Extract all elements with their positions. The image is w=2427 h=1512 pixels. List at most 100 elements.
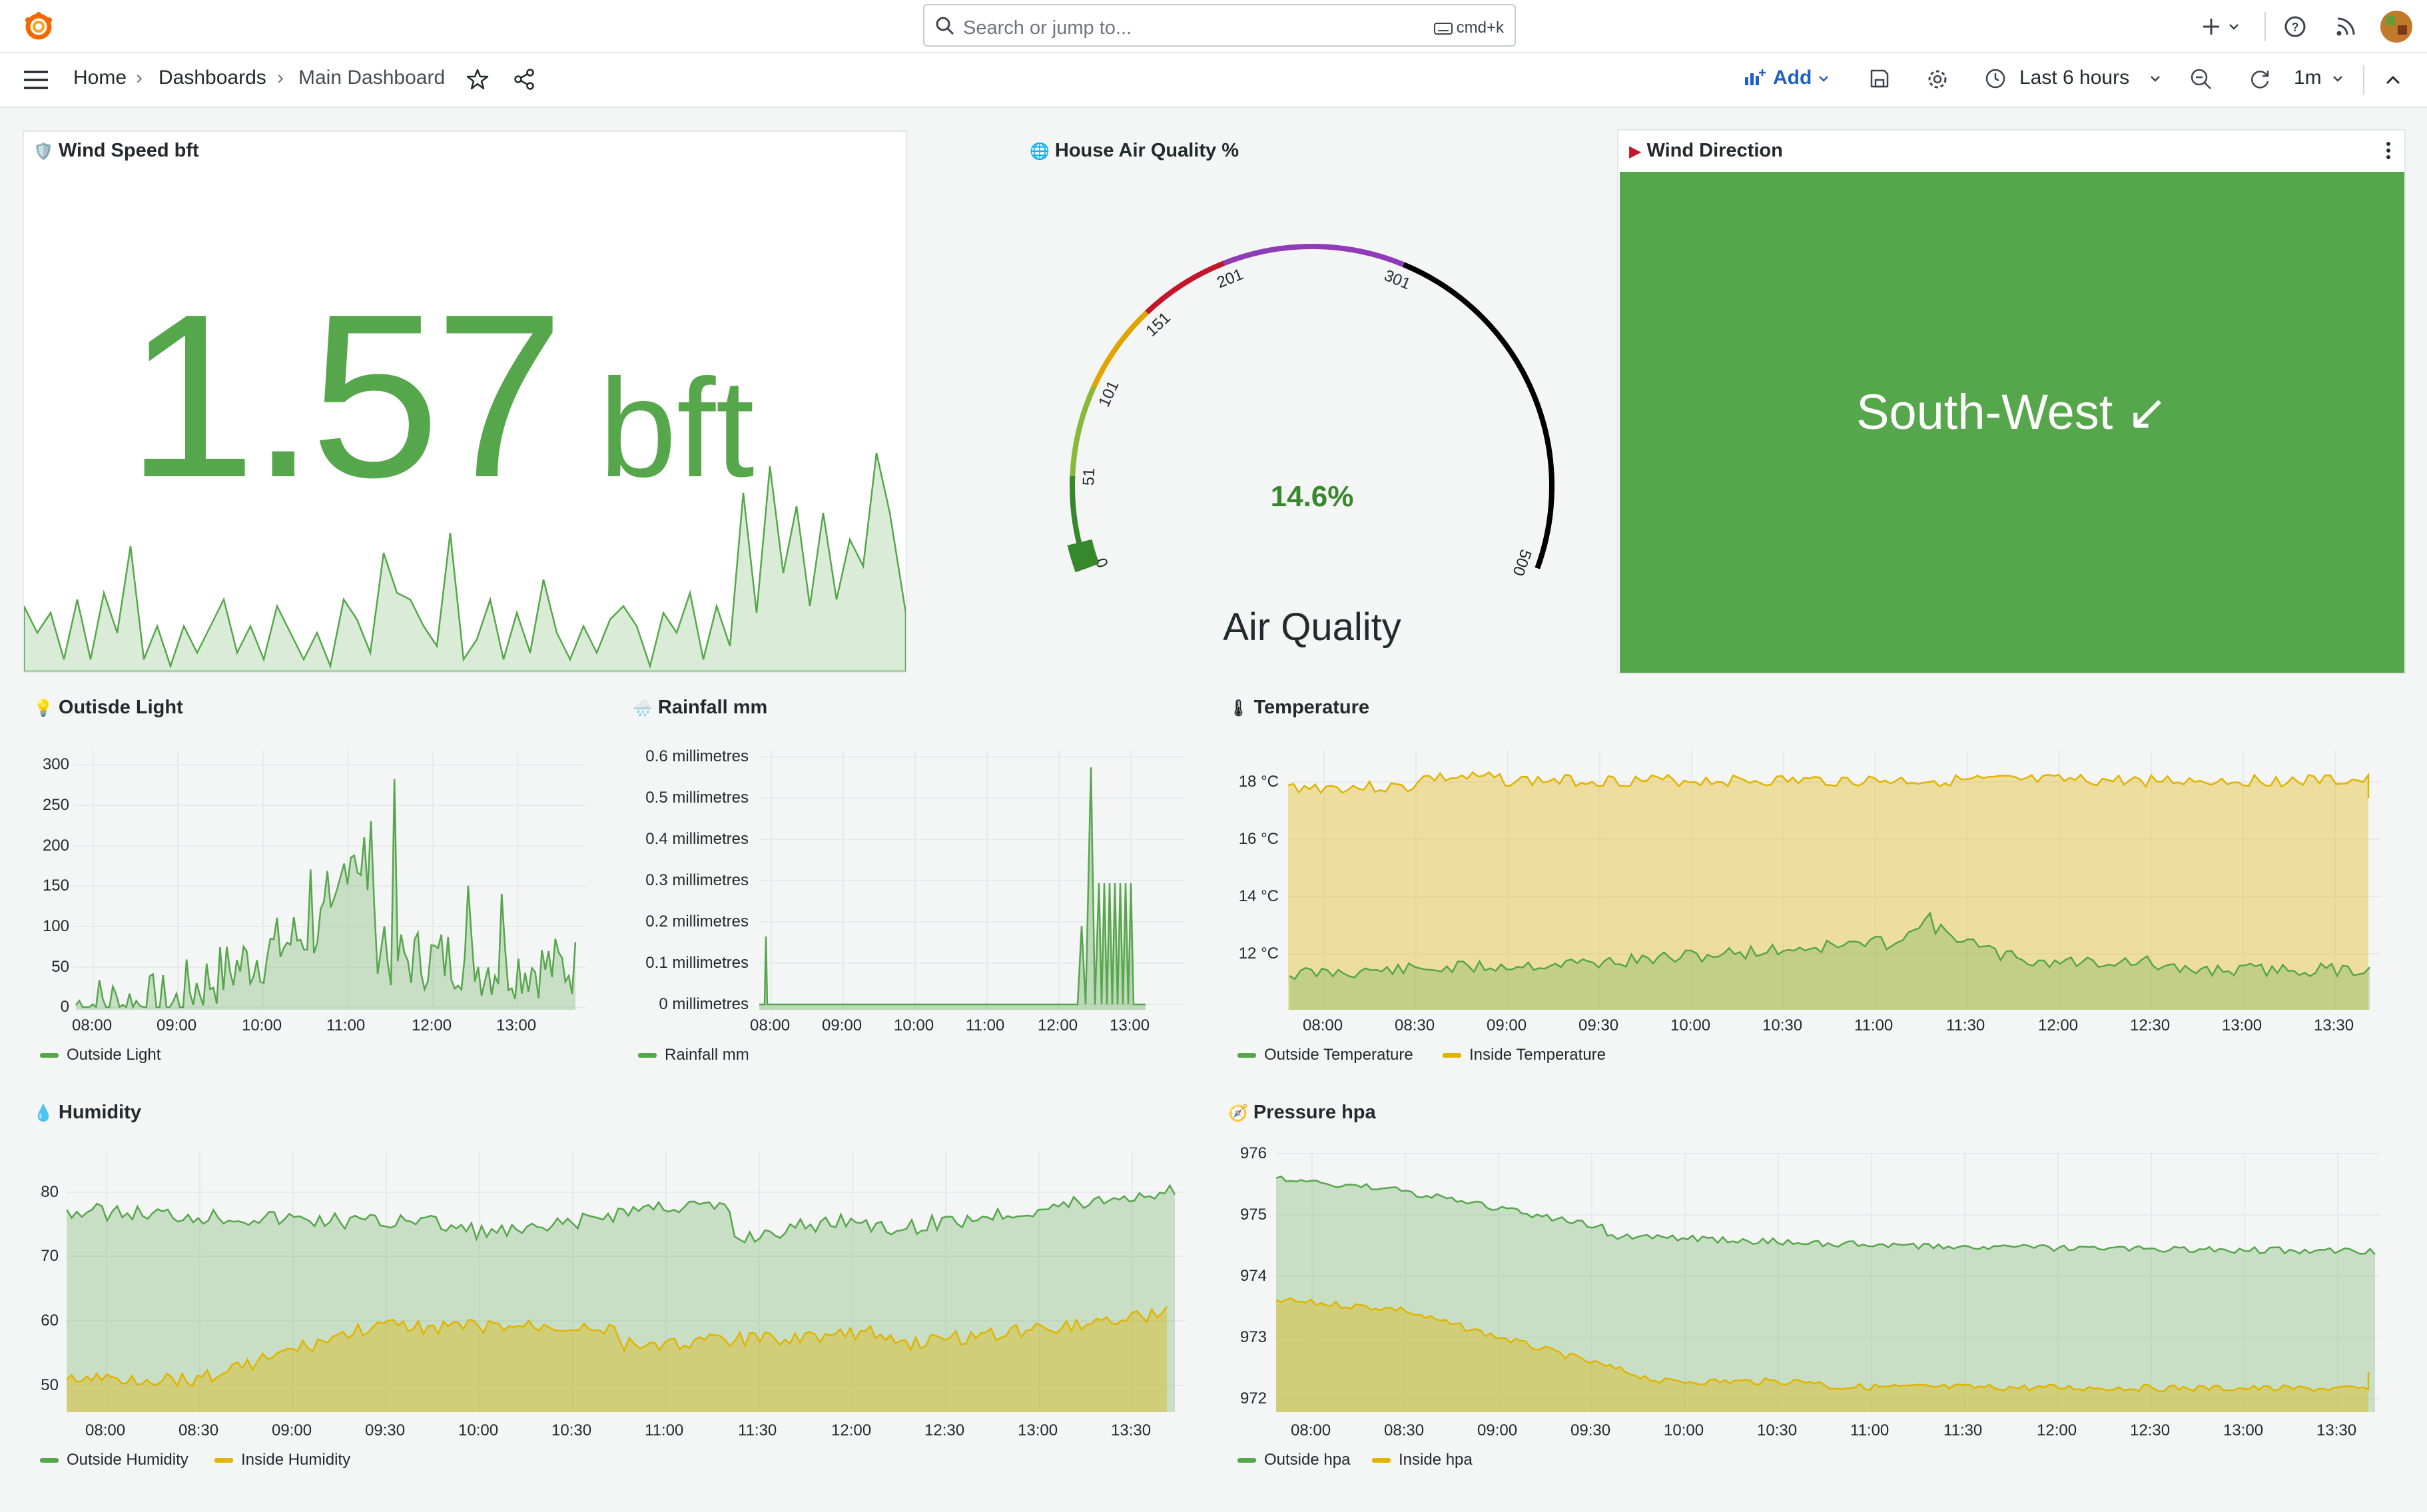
- legend-label: Outside hpa: [1264, 1451, 1351, 1469]
- air-quality-title-text: House Air Quality %: [1054, 140, 1239, 161]
- x-axis-tick: 12:00: [1038, 1016, 1078, 1034]
- panel-menu-icon[interactable]: [2382, 139, 2395, 163]
- legend-label: Outside Humidity: [67, 1451, 188, 1469]
- pressure-title[interactable]: 🧭 Pressure hpa: [1228, 1102, 1376, 1124]
- gauge-threshold-label: 101: [1095, 378, 1122, 410]
- x-axis-tick: 13:00: [1018, 1421, 1058, 1439]
- air-quality-title[interactable]: 🌐 House Air Quality %: [1030, 140, 1239, 162]
- x-axis-tick: 10:30: [1762, 1016, 1803, 1034]
- refresh-interval-picker[interactable]: 1m: [2294, 65, 2347, 92]
- temperature-title[interactable]: 🌡 Temperature: [1228, 697, 1369, 719]
- gauge-threshold-arc: [1070, 386, 1096, 476]
- legend-item-outside-temperature[interactable]: Outside Temperature: [1237, 1046, 1413, 1064]
- legend-item-rainfall[interactable]: Rainfall mm: [638, 1046, 749, 1064]
- temperature-chart: [1288, 750, 2380, 1010]
- time-range-picker[interactable]: Last 6 hours: [1985, 65, 2165, 92]
- help-icon[interactable]: ?: [2283, 15, 2307, 39]
- rainfall-title[interactable]: 🌧️ Rainfall mm: [633, 697, 767, 719]
- pressure-chart: [1276, 1152, 2380, 1412]
- search-input[interactable]: Search or jump to... cmd+k: [923, 4, 1516, 47]
- x-axis-tick: 13:00: [2223, 1421, 2264, 1439]
- x-axis-tick: 09:30: [365, 1421, 406, 1439]
- x-axis-tick: 11:00: [645, 1421, 684, 1439]
- time-range-label: Last 6 hours: [2019, 67, 2130, 89]
- y-axis-tick: 0.2 millimetres: [645, 913, 749, 931]
- x-axis-tick: 09:00: [1477, 1421, 1518, 1439]
- legend-label: Inside Temperature: [1469, 1046, 1606, 1064]
- legend-item-outside-hpa[interactable]: Outside hpa: [1237, 1451, 1350, 1469]
- y-axis-tick: 18 °C: [1238, 773, 1279, 791]
- gauge-icon: 🧭: [1228, 1104, 1248, 1122]
- wind-speed-number: 1.57: [127, 266, 564, 526]
- legend-item-inside-hpa[interactable]: Inside hpa: [1372, 1451, 1473, 1469]
- rain-cloud-icon: 🌧️: [633, 699, 653, 717]
- search-shortcut-label: cmd+k: [1456, 19, 1504, 37]
- rss-icon[interactable]: [2334, 15, 2358, 39]
- x-axis-tick: 12:30: [2130, 1016, 2171, 1034]
- chevron-up-icon[interactable]: [2383, 71, 2403, 91]
- x-axis-tick: 09:30: [1570, 1421, 1611, 1439]
- y-axis-tick: 12 °C: [1238, 945, 1279, 962]
- x-axis-tick: 09:00: [272, 1421, 312, 1439]
- menu-icon[interactable]: [23, 69, 49, 91]
- x-axis-tick: 11:30: [1943, 1421, 1983, 1439]
- y-axis-tick: 16 °C: [1238, 830, 1279, 848]
- x-axis-tick: 10:30: [1757, 1421, 1798, 1439]
- breadcrumb-dashboards[interactable]: Dashboards: [159, 67, 266, 89]
- gauge-threshold-arc: [1223, 244, 1405, 267]
- refresh-icon[interactable]: [2249, 68, 2271, 91]
- clock-icon: [1985, 69, 2005, 89]
- gauge-threshold-label: 51: [1080, 468, 1098, 486]
- legend-item-outside-humidity[interactable]: Outside Humidity: [40, 1451, 188, 1469]
- divider: [2363, 65, 2364, 95]
- shield-icon: 🛡️: [33, 143, 53, 161]
- gauge-threshold-label: 500: [1509, 547, 1535, 578]
- x-axis-tick: 13:00: [1110, 1016, 1150, 1034]
- legend-label: Rainfall mm: [665, 1046, 749, 1064]
- outside-light-title[interactable]: 💡 Outisde Light: [33, 697, 183, 719]
- x-axis-tick: 10:30: [551, 1421, 592, 1439]
- wind-direction-value: South-West ↙: [1856, 384, 2168, 440]
- humidity-title[interactable]: 💧 Humidity: [33, 1102, 141, 1124]
- wind-speed-title[interactable]: 🛡️ Wind Speed bft: [33, 140, 199, 162]
- zoom-out-icon[interactable]: [2190, 68, 2213, 91]
- new-menu-button[interactable]: [2198, 12, 2246, 41]
- breadcrumb-home[interactable]: Home: [73, 67, 127, 89]
- legend-item-outside-light[interactable]: Outside Light: [40, 1046, 161, 1064]
- x-axis-tick: 12:00: [831, 1421, 872, 1439]
- y-axis-tick: 976: [1239, 1144, 1267, 1162]
- x-axis-tick: 13:30: [1111, 1421, 1152, 1439]
- share-icon[interactable]: [513, 68, 535, 91]
- x-axis-tick: 08:30: [178, 1421, 219, 1439]
- chevron-down-icon: [2229, 24, 2239, 30]
- rainfall-title-text: Rainfall mm: [657, 697, 768, 718]
- legend-label: Inside hpa: [1399, 1451, 1473, 1469]
- save-icon[interactable]: [1869, 68, 1890, 89]
- legend-item-inside-humidity[interactable]: Inside Humidity: [214, 1451, 350, 1469]
- avatar[interactable]: [2380, 11, 2412, 43]
- gauge-threshold-arc: [1145, 260, 1225, 315]
- x-axis-tick: 11:00: [1850, 1421, 1890, 1439]
- chevron-down-icon: [1819, 76, 1828, 82]
- legend-item-inside-temperature[interactable]: Inside Temperature: [1443, 1046, 1606, 1064]
- settings-gear-icon[interactable]: [1926, 68, 1949, 91]
- add-panel-icon: [1745, 69, 1766, 85]
- x-axis-tick: 09:30: [1578, 1016, 1619, 1034]
- gauge-threshold-label: 301: [1381, 266, 1413, 293]
- rainfall-chart: [759, 750, 1186, 1010]
- star-icon[interactable]: [466, 68, 489, 91]
- globe-icon: 🌐: [1030, 143, 1050, 161]
- x-axis-tick: 11:00: [326, 1016, 366, 1034]
- y-axis-tick: 973: [1239, 1328, 1267, 1346]
- y-axis-tick: 0 millimetres: [659, 995, 749, 1013]
- x-axis-tick: 12:30: [2130, 1421, 2171, 1439]
- y-axis-tick: 0.5 millimetres: [645, 789, 749, 807]
- legend-label: Outside Temperature: [1264, 1046, 1413, 1064]
- x-axis-tick: 08:00: [72, 1016, 113, 1034]
- chevron-down-icon: [2333, 76, 2342, 82]
- gauge-value: 14.6%: [1271, 480, 1354, 513]
- grafana-logo-icon[interactable]: [23, 11, 55, 43]
- legend-label: Outside Light: [67, 1046, 161, 1064]
- add-button[interactable]: Add: [1744, 65, 1837, 92]
- wind-direction-title[interactable]: ▶ Wind Direction: [1629, 140, 1783, 162]
